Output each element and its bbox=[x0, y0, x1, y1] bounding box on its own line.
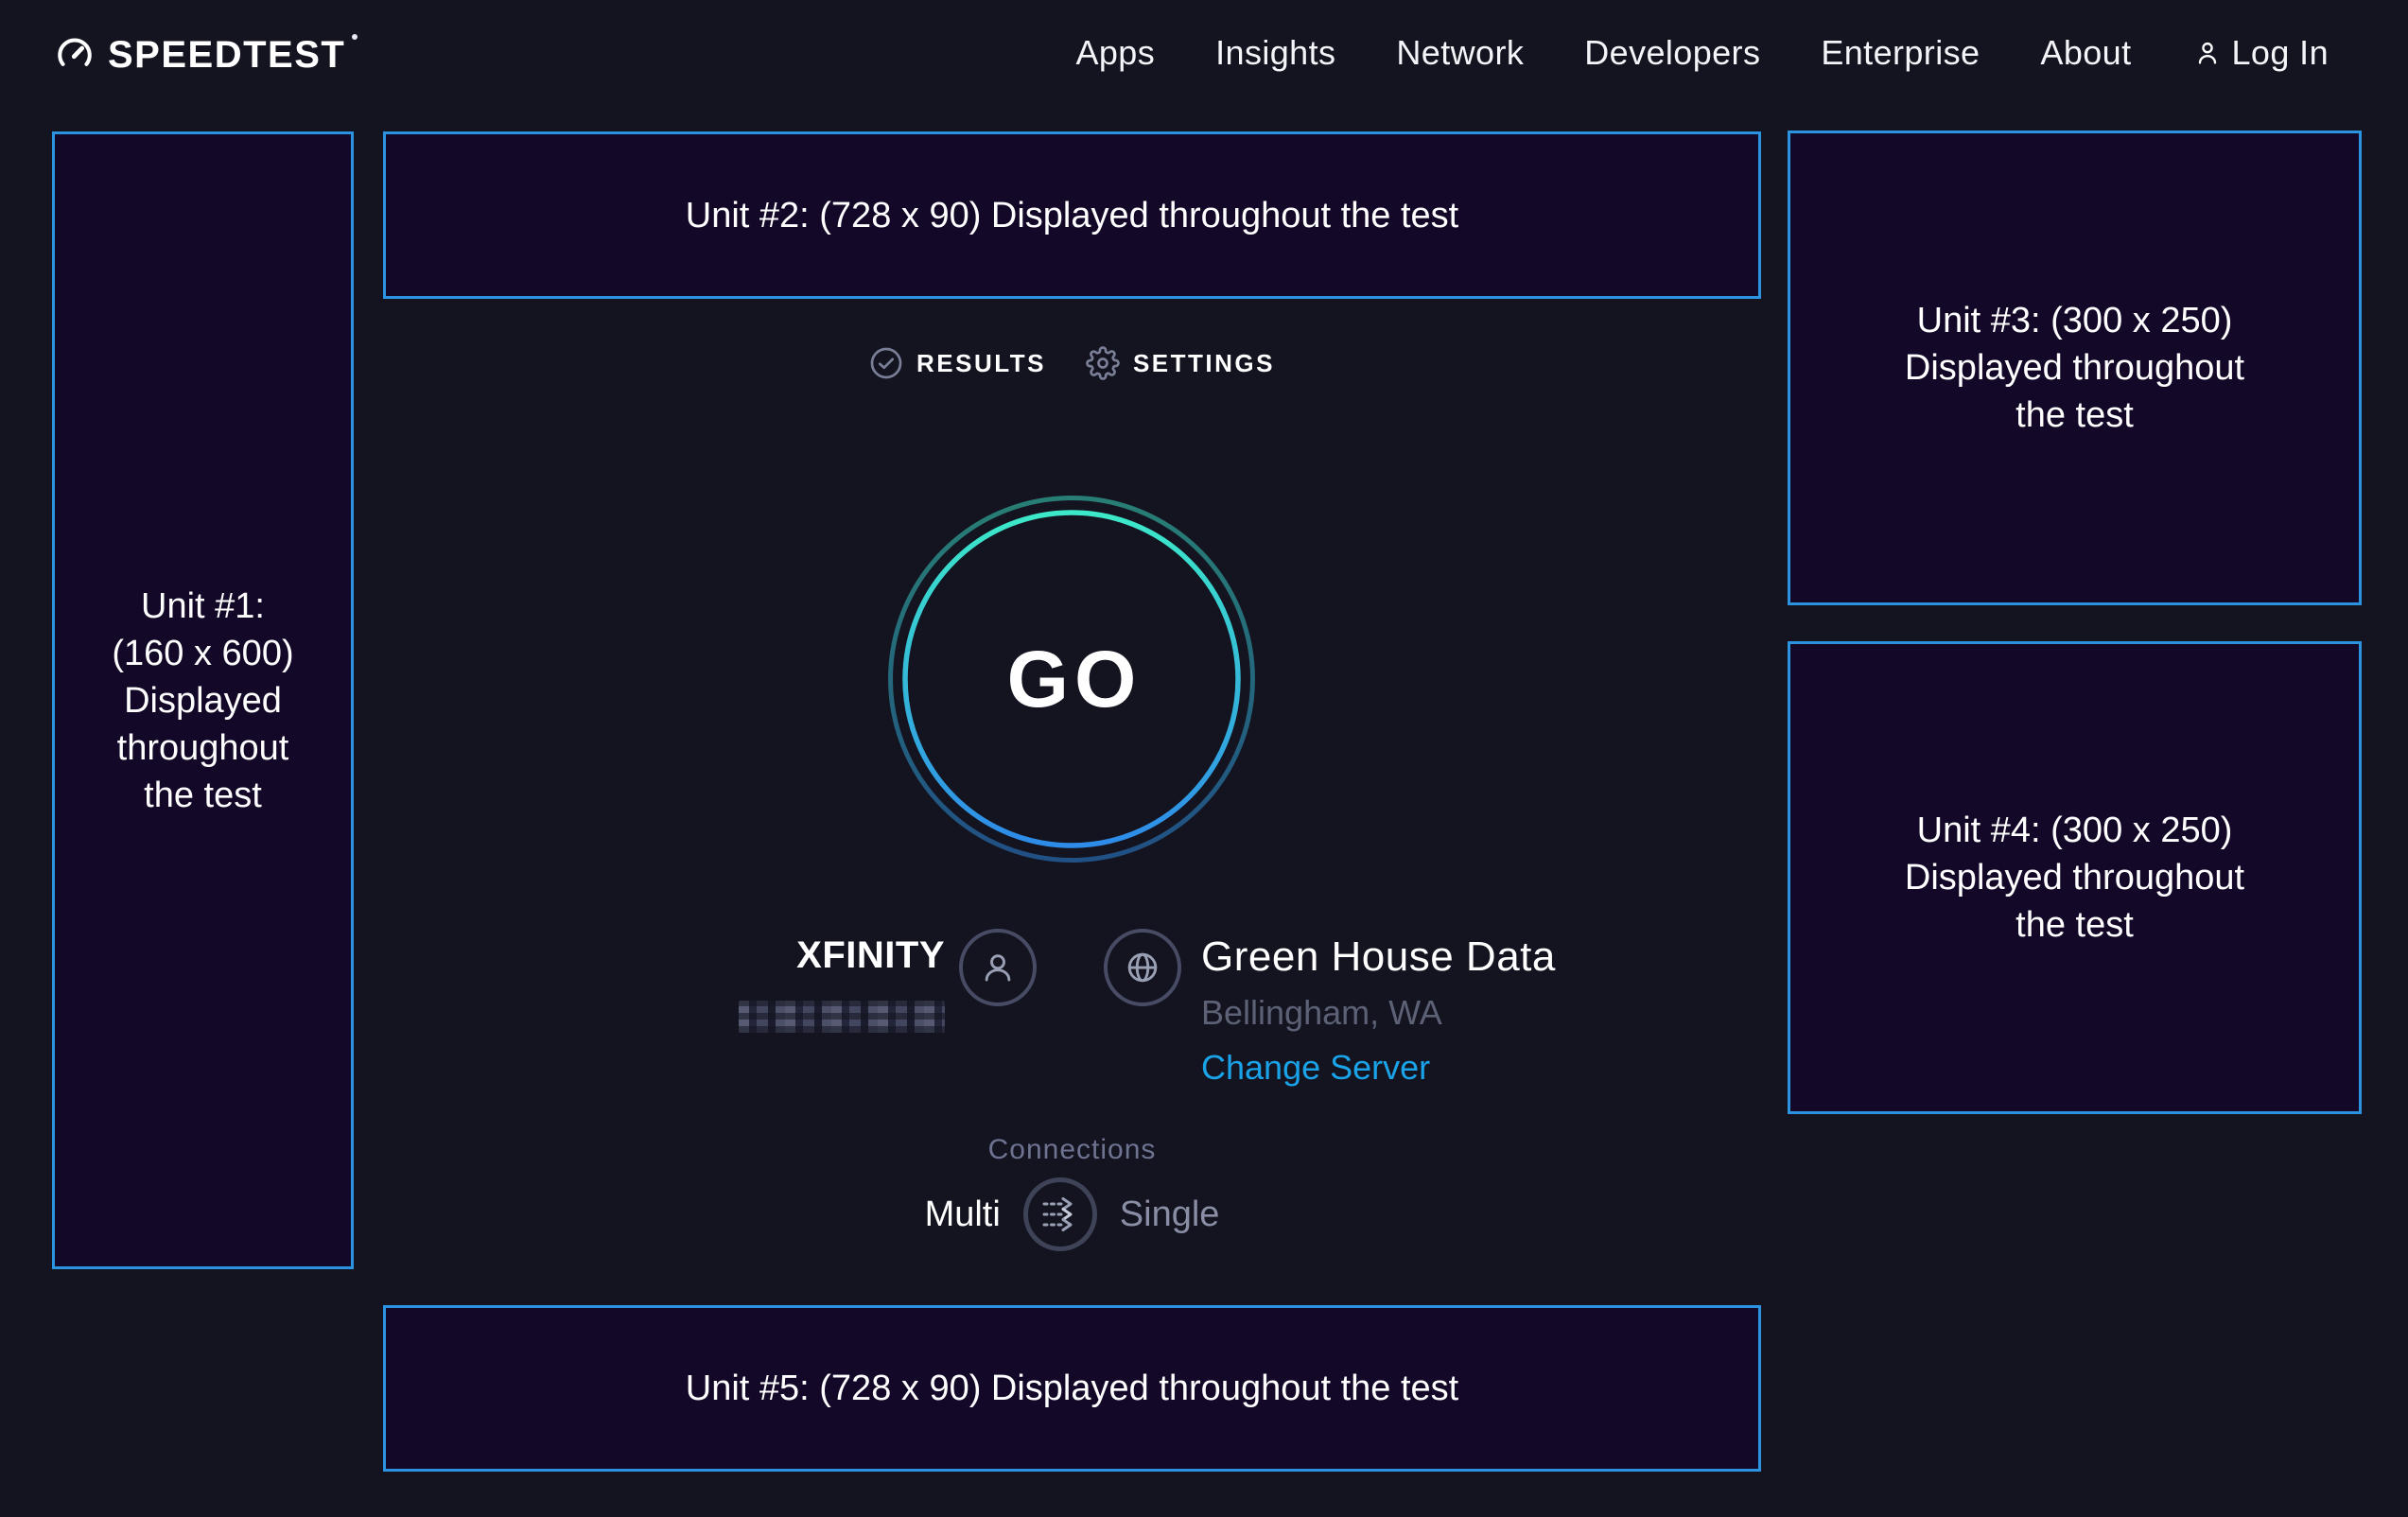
nav-item-enterprise[interactable]: Enterprise bbox=[1821, 33, 1980, 73]
gear-icon bbox=[1086, 346, 1120, 380]
login-button[interactable]: Log In bbox=[2192, 33, 2329, 73]
server-globe-icon bbox=[1104, 929, 1181, 1006]
connections-option-single[interactable]: Single bbox=[1120, 1194, 1220, 1235]
globe-icon bbox=[1121, 946, 1164, 989]
top-nav-bar: SPEEDTEST Apps Insights Network Develope… bbox=[0, 0, 2408, 106]
isp-user-icon bbox=[959, 929, 1037, 1006]
ad-unit-2[interactable]: Unit #2: (728 x 90) Displayed throughout… bbox=[383, 131, 1761, 299]
ad-unit-1[interactable]: Unit #1: (160 x 600) Displayed throughou… bbox=[52, 131, 354, 1269]
nav-item-apps[interactable]: Apps bbox=[1075, 33, 1155, 73]
ad-unit-5[interactable]: Unit #5: (728 x 90) Displayed throughout… bbox=[383, 1305, 1761, 1472]
speedometer-gauge-icon bbox=[54, 34, 96, 76]
check-circle-icon bbox=[869, 346, 903, 380]
nav-item-developers[interactable]: Developers bbox=[1584, 33, 1760, 73]
ad-unit-4-text: Unit #4: (300 x 250) Displayed throughou… bbox=[1886, 807, 2264, 949]
connections-toggle-row: Multi Single bbox=[383, 1176, 1761, 1253]
server-name: Green House Data bbox=[1201, 933, 1556, 982]
server-info: Green House Data Bellingham, WA Change S… bbox=[1201, 933, 1556, 1090]
ad-unit-4[interactable]: Unit #4: (300 x 250) Displayed throughou… bbox=[1788, 641, 2362, 1114]
ad-unit-3[interactable]: Unit #3: (300 x 250) Displayed throughou… bbox=[1788, 131, 2362, 605]
tab-results-label: RESULTS bbox=[916, 349, 1046, 378]
connections-option-multi[interactable]: Multi bbox=[925, 1194, 1001, 1235]
connections-title: Connections bbox=[383, 1134, 1761, 1166]
tab-results[interactable]: RESULTS bbox=[869, 346, 1046, 380]
speedtest-logo[interactable]: SPEEDTEST bbox=[54, 28, 358, 81]
nav-item-about[interactable]: About bbox=[2040, 33, 2131, 73]
nav-item-insights[interactable]: Insights bbox=[1215, 33, 1335, 73]
connections-toggle[interactable] bbox=[1023, 1177, 1097, 1251]
trademark-mark bbox=[352, 34, 358, 40]
tab-settings[interactable]: SETTINGS bbox=[1086, 346, 1275, 380]
isp-name: XFINITY bbox=[567, 934, 945, 977]
go-button-label: GO bbox=[882, 490, 1261, 868]
user-icon bbox=[976, 946, 1020, 989]
nav-menu: Apps Insights Network Developers Enterpr… bbox=[1075, 0, 2329, 106]
server-location: Bellingham, WA bbox=[1201, 991, 1556, 1035]
change-server-link[interactable]: Change Server bbox=[1201, 1046, 1430, 1090]
user-icon bbox=[2192, 38, 2223, 68]
ad-unit-2-text: Unit #2: (728 x 90) Displayed throughout… bbox=[686, 192, 1458, 239]
results-settings-tabs: RESULTS SETTINGS bbox=[383, 340, 1761, 386]
speedtest-page: SPEEDTEST Apps Insights Network Develope… bbox=[0, 0, 2408, 1517]
go-button[interactable]: GO bbox=[882, 490, 1261, 868]
ip-address-redacted bbox=[739, 1001, 945, 1033]
ad-unit-5-text: Unit #5: (728 x 90) Displayed throughout… bbox=[686, 1365, 1458, 1412]
tab-settings-label: SETTINGS bbox=[1133, 349, 1275, 378]
ad-unit-3-text: Unit #3: (300 x 250) Displayed throughou… bbox=[1886, 297, 2264, 439]
multi-connection-arrows-icon bbox=[1038, 1192, 1083, 1237]
login-label: Log In bbox=[2232, 33, 2329, 73]
logo-text: SPEEDTEST bbox=[108, 34, 345, 76]
nav-item-network[interactable]: Network bbox=[1396, 33, 1524, 73]
ad-unit-1-text: Unit #1: (160 x 600) Displayed throughou… bbox=[104, 583, 303, 819]
